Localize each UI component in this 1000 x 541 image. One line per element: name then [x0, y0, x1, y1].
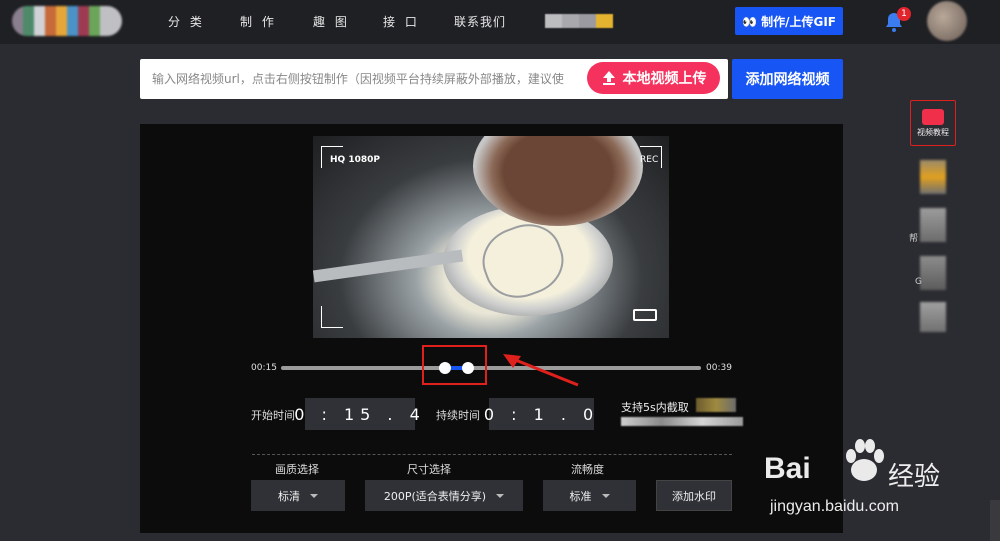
support-hint: 支持5s内截取 — [621, 401, 689, 414]
camera-frame-corner — [321, 306, 343, 328]
sidebar-g-glyph: G — [915, 277, 922, 287]
local-upload-button[interactable]: 本地视频上传 — [587, 62, 720, 94]
blurred-hint-text — [696, 398, 736, 412]
top-nav-bar: 分 类 制 作 趣 图 接 口 联系我们 👀 制作/上传GIF 1 — [0, 0, 1000, 44]
add-watermark-button[interactable]: 添加水印 — [656, 480, 732, 511]
chevron-down-icon — [601, 493, 610, 498]
timeline-track[interactable] — [281, 366, 701, 370]
fluency-select-label: 流畅度 — [571, 463, 604, 476]
annotation-highlight-box — [422, 345, 487, 385]
upload-gif-button[interactable]: 👀 制作/上传GIF — [735, 7, 843, 35]
add-network-video-button[interactable]: 添加网络视频 — [732, 59, 843, 99]
nav-item-make[interactable]: 制 作 — [240, 13, 277, 30]
chevron-down-icon — [496, 493, 505, 498]
start-time-input[interactable]: 0 : 15 . 4 — [294, 398, 420, 430]
local-upload-label: 本地视频上传 — [622, 71, 707, 87]
quality-select-value: 标清 — [278, 489, 300, 503]
edge-decoration — [990, 500, 1000, 541]
preview-handle — [313, 249, 464, 283]
size-select-value: 200P(适合表情分享) — [383, 489, 487, 503]
baidu-logo-text: Bai — [764, 452, 811, 485]
site-logo[interactable] — [12, 6, 122, 36]
nav-item-contact[interactable]: 联系我们 — [454, 13, 506, 30]
video-camera-icon — [922, 108, 944, 125]
chevron-down-icon — [310, 493, 318, 498]
video-preview[interactable] — [313, 136, 669, 338]
duration-label: 持续时间 — [436, 409, 480, 422]
hud-rec: REC — [640, 155, 659, 165]
blurred-hint-subtext — [621, 417, 743, 426]
blurred-nav-item[interactable] — [545, 14, 613, 28]
video-tutorial-label: 视频教程 — [917, 127, 949, 137]
hud-quality: HQ 1080P — [330, 155, 380, 165]
paw-icon — [846, 439, 884, 481]
battery-icon — [633, 309, 657, 321]
sidebar-help-glyph: 帮 — [909, 234, 919, 244]
quality-select[interactable]: 标清 — [251, 480, 345, 511]
slider-end-time: 00:39 — [706, 363, 732, 373]
slider-start-time: 00:15 — [251, 363, 277, 373]
upload-icon — [602, 71, 615, 85]
nav-item-category[interactable]: 分 类 — [168, 13, 205, 30]
duration-input[interactable]: 0 : 1 . 0 — [484, 398, 594, 430]
quality-select-label: 画质选择 — [275, 463, 319, 476]
fluency-select[interactable]: 标准 — [543, 480, 636, 511]
baidu-jingyan-text: 经验 — [888, 462, 941, 492]
start-time-label: 开始时间 — [251, 409, 295, 422]
nav-item-api[interactable]: 接 口 — [383, 13, 420, 30]
sidebar-blurred-items[interactable] — [910, 152, 956, 342]
fluency-select-value: 标准 — [569, 489, 592, 503]
video-tutorial-button[interactable]: 视频教程 — [910, 100, 956, 146]
notification-badge: 1 — [897, 7, 911, 21]
avatar[interactable] — [927, 1, 967, 41]
size-select[interactable]: 200P(适合表情分享) — [365, 480, 523, 511]
divider — [252, 454, 732, 455]
annotation-arrow-icon — [503, 354, 579, 387]
nav-item-fun[interactable]: 趣 图 — [313, 13, 350, 30]
baidu-jingyan-watermark: Bai 经验 jingyan.baidu.com — [764, 434, 964, 524]
size-select-label: 尺寸选择 — [407, 463, 451, 476]
baidu-jingyan-url: jingyan.baidu.com — [770, 498, 899, 515]
